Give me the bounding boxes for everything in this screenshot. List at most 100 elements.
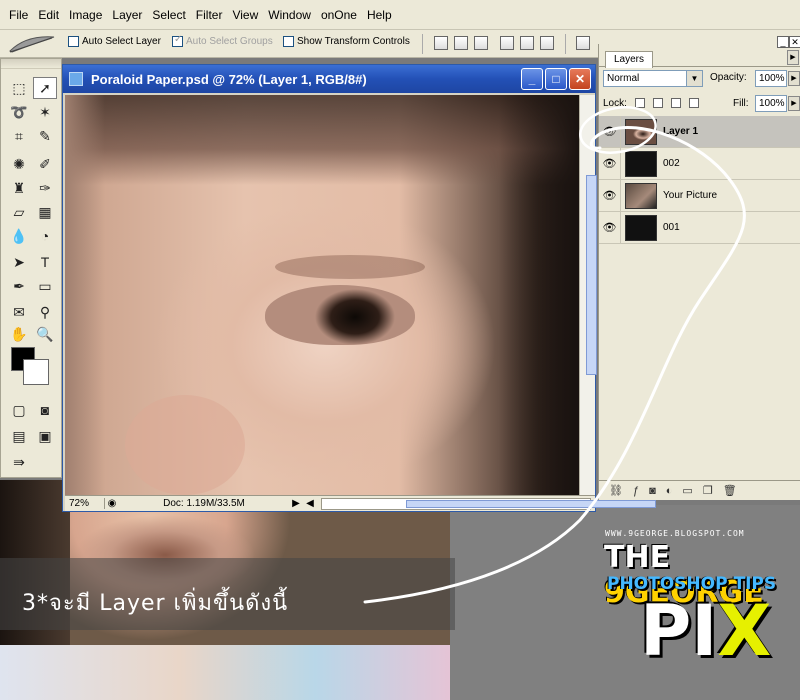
path-selection-tool-icon[interactable]: ➤ — [7, 251, 31, 273]
show-transform-controls-checkbox[interactable] — [283, 36, 294, 47]
horizontal-scroll-thumb[interactable] — [406, 499, 656, 508]
panel-close-icon[interactable]: ✕ — [789, 36, 800, 48]
chevron-down-icon[interactable]: ▼ — [686, 71, 702, 86]
menu-edit[interactable]: Edit — [33, 0, 64, 30]
layer-style-icon[interactable]: ƒ — [633, 485, 639, 497]
toolbox-grip[interactable] — [1, 59, 61, 69]
quick-mask-mode-icon[interactable]: ◙ — [33, 399, 57, 421]
eye-icon[interactable]: 👁 — [599, 147, 621, 180]
standard-mode-icon[interactable]: ▢ — [7, 399, 31, 421]
menu-help[interactable]: Help — [362, 0, 397, 30]
dodge-tool-icon[interactable]: ◔ — [33, 225, 57, 247]
lock-transparency-icon[interactable] — [635, 98, 645, 108]
menu-image[interactable]: Image — [64, 0, 107, 30]
distribute-icon[interactable] — [576, 36, 590, 50]
layer-row[interactable]: 👁 Your Picture — [599, 179, 800, 212]
document-title-bar[interactable]: Poraloid Paper.psd @ 72% (Layer 1, RGB/8… — [63, 65, 595, 93]
layer-row[interactable]: 👁 001 — [599, 211, 800, 244]
horizontal-scrollbar[interactable] — [321, 497, 656, 510]
layer-row[interactable]: 👁 Layer 1 — [599, 115, 800, 148]
align-hcenter-icon[interactable] — [520, 36, 534, 50]
opacity-slider-icon[interactable]: ▶ — [788, 71, 800, 86]
menu-layer[interactable]: Layer — [107, 0, 147, 30]
image-canvas[interactable] — [65, 95, 579, 495]
jump-to-imageready-icon[interactable]: ⇛ — [7, 451, 31, 473]
lock-all-icon[interactable] — [689, 98, 699, 108]
slice-tool-icon[interactable]: ✎ — [33, 125, 57, 147]
add-mask-icon[interactable]: ◙ — [649, 485, 656, 497]
healing-brush-tool-icon[interactable]: ✺ — [7, 153, 31, 175]
minimize-button[interactable]: _ — [521, 68, 543, 90]
menu-file[interactable]: File — [4, 0, 33, 30]
tab-layers[interactable]: Layers — [605, 51, 654, 68]
gradient-tool-icon[interactable]: ▦ — [33, 201, 57, 223]
logo-the: THE — [604, 540, 671, 575]
zoom-level[interactable]: 72% — [65, 498, 105, 509]
maximize-button[interactable]: □ — [545, 68, 567, 90]
align-left-icon[interactable] — [500, 36, 514, 50]
menu-select[interactable]: Select — [147, 0, 190, 30]
panel-menu-icon[interactable]: ▶ — [787, 50, 799, 65]
opacity-label: Opacity: — [710, 72, 747, 83]
notes-tool-icon[interactable]: ✉ — [7, 301, 31, 323]
new-layer-icon[interactable]: ❐ — [703, 484, 713, 497]
close-button[interactable]: ✕ — [569, 68, 591, 90]
brush-tool-icon[interactable]: ✐ — [33, 153, 57, 175]
clone-stamp-tool-icon[interactable]: ♜ — [7, 177, 31, 199]
document-title: Poraloid Paper.psd @ 72% (Layer 1, RGB/8… — [91, 71, 367, 87]
blend-mode-value: Normal — [607, 73, 640, 84]
eraser-tool-icon[interactable]: ▱ — [7, 201, 31, 223]
menu-onone[interactable]: onOne — [316, 0, 362, 30]
type-tool-icon[interactable]: T — [33, 251, 57, 273]
menu-view[interactable]: View — [227, 0, 263, 30]
fill-slider-icon[interactable]: ▶ — [788, 96, 800, 111]
pen-tool-icon[interactable]: ✒ — [7, 275, 31, 297]
menu-window[interactable]: Window — [263, 0, 316, 30]
layer-thumbnail — [625, 214, 657, 241]
fill-field[interactable]: 100% — [755, 95, 787, 112]
show-transform-controls-option[interactable]: Show Transform Controls — [283, 36, 410, 47]
menu-filter[interactable]: Filter — [191, 0, 228, 30]
delete-layer-icon[interactable]: 🗑 — [723, 484, 737, 497]
vertical-scrollbar[interactable] — [579, 95, 597, 495]
layer-name: Your Picture — [663, 190, 718, 201]
scroll-left-icon[interactable]: ◀ — [303, 498, 317, 509]
history-brush-tool-icon[interactable]: ✑ — [33, 177, 57, 199]
marquee-tool-icon[interactable]: ⬚ — [7, 77, 31, 99]
background-color-swatch[interactable] — [23, 359, 49, 385]
lock-image-icon[interactable] — [653, 98, 663, 108]
align-top-icon[interactable] — [434, 36, 448, 50]
magic-wand-tool-icon[interactable]: ✶ — [33, 101, 57, 123]
eye-icon[interactable]: 👁 — [599, 115, 621, 148]
blur-tool-icon[interactable]: 💧 — [7, 225, 31, 247]
align-bottom-icon[interactable] — [474, 36, 488, 50]
blend-mode-select[interactable]: Normal ▼ — [603, 70, 703, 87]
opacity-field[interactable]: 100% — [755, 70, 787, 87]
hand-tool-icon[interactable]: ✋ — [7, 323, 31, 345]
move-tool-icon[interactable]: ➚ — [33, 77, 57, 99]
new-group-icon[interactable]: ▭ — [682, 484, 692, 497]
eye-icon[interactable]: 👁 — [599, 211, 621, 244]
auto-select-layer-label: Auto Select Layer — [82, 36, 161, 47]
panel-minimize-icon[interactable]: _ — [777, 36, 789, 48]
layer-row[interactable]: 👁 002 — [599, 147, 800, 180]
status-menu-icon[interactable]: ◉ — [105, 498, 119, 509]
logo-x: X — [717, 590, 772, 672]
crop-tool-icon[interactable]: ⌗ — [7, 125, 31, 147]
eyedropper-tool-icon[interactable]: ⚲ — [33, 301, 57, 323]
vertical-scroll-thumb[interactable] — [586, 175, 597, 375]
shape-tool-icon[interactable]: ▭ — [33, 275, 57, 297]
align-vcenter-icon[interactable] — [454, 36, 468, 50]
auto-select-layer-checkbox[interactable] — [68, 36, 79, 47]
auto-select-layer-option[interactable]: Auto Select Layer — [68, 36, 161, 47]
zoom-tool-icon[interactable]: 🔍 — [33, 323, 57, 345]
lasso-tool-icon[interactable]: ➰ — [7, 101, 31, 123]
full-screen-mode-icon[interactable]: ▣ — [33, 425, 57, 447]
screen-mode-icon[interactable]: ▤ — [7, 425, 31, 447]
lock-position-icon[interactable] — [671, 98, 681, 108]
align-right-icon[interactable] — [540, 36, 554, 50]
status-arrow-icon[interactable]: ▶ — [289, 498, 303, 509]
adjustment-layer-icon[interactable]: ◐ — [666, 485, 673, 497]
eye-icon[interactable]: 👁 — [599, 179, 621, 212]
link-layers-icon[interactable]: ⛓ — [609, 484, 623, 497]
